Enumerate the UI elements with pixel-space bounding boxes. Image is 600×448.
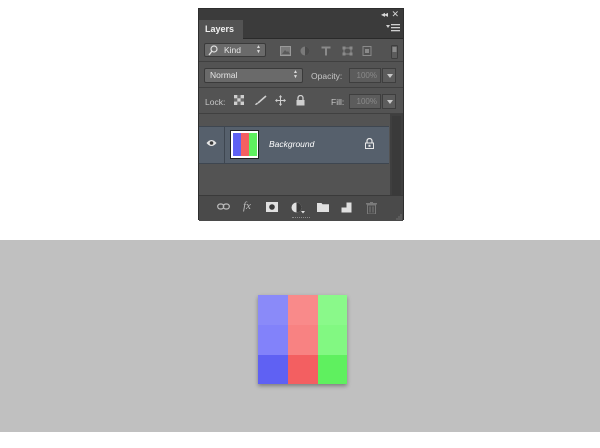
shape-filter-icon[interactable] (342, 46, 353, 56)
layer-name[interactable]: Background (269, 138, 314, 150)
type-filter-icon[interactable] (321, 46, 331, 56)
opacity-label: Opacity: (311, 71, 343, 81)
filter-kind-dropdown[interactable]: Kind ▲ ▼ (204, 43, 266, 57)
chevron-down-icon (387, 100, 393, 104)
opacity-field[interactable]: 100% (349, 68, 381, 83)
layer-thumbnail[interactable] (230, 130, 259, 159)
image-cell (288, 355, 318, 384)
fill-slider-button[interactable] (382, 94, 396, 109)
panel-bottom-bar: fx (199, 195, 403, 221)
fill-label: Fill: (331, 97, 345, 107)
layers-list: Background (199, 114, 389, 205)
lock-position-icon[interactable] (275, 95, 286, 106)
document-image[interactable] (258, 295, 347, 384)
image-cell (258, 295, 288, 325)
resize-grip[interactable] (292, 217, 310, 220)
visibility-toggle[interactable] (199, 127, 225, 163)
filter-row: Kind ▲ ▼ (199, 39, 403, 62)
new-group-icon[interactable] (317, 202, 329, 212)
scrollbar-thumb[interactable] (392, 116, 401, 202)
image-cell (288, 295, 318, 325)
panel-title-bar[interactable]: ◂◂ ✕ (199, 9, 403, 20)
delete-layer-icon[interactable] (366, 202, 377, 214)
image-cell (318, 325, 347, 355)
blend-row: Normal ▲ ▼ Opacity: 100% (199, 62, 403, 88)
lock-label: Lock: (205, 97, 226, 107)
close-panel-icon[interactable]: ✕ (391, 9, 399, 20)
filter-kind-label: Kind (224, 45, 242, 55)
image-cell (288, 325, 318, 355)
blend-mode-dropdown[interactable]: Normal ▲ ▼ (204, 68, 303, 83)
image-cell (258, 355, 288, 384)
thumbnail-blue-stripe (233, 133, 241, 156)
lock-transparent-pixels-icon[interactable] (234, 95, 244, 105)
chevron-down-icon (387, 74, 393, 78)
layers-panel: ◂◂ ✕ Layers Kind ▲ ▼ Normal ▲ ▼ Opacity:… (198, 8, 404, 221)
smart-object-filter-icon[interactable] (362, 46, 372, 56)
adjustment-filter-icon[interactable] (300, 46, 310, 56)
fx-icon[interactable]: fx (243, 200, 251, 212)
lock-row: Lock: Fill: 100% (199, 88, 403, 114)
lock-all-icon[interactable] (296, 95, 305, 106)
thumbnail-green-stripe (249, 133, 257, 156)
canvas-area[interactable] (0, 240, 600, 432)
layer-row-background[interactable]: Background (199, 126, 389, 164)
collapse-panel-icon[interactable]: ◂◂ (381, 9, 388, 20)
search-icon (208, 45, 218, 56)
tab-layers[interactable]: Layers (199, 20, 243, 39)
add-mask-icon[interactable] (266, 202, 278, 212)
new-layer-icon[interactable] (341, 202, 352, 213)
dropdown-arrows-icon: ▲ ▼ (293, 69, 298, 80)
image-cell (318, 295, 347, 325)
image-cell (318, 355, 347, 384)
image-cell (258, 325, 288, 355)
thumbnail-red-stripe (241, 133, 249, 156)
panel-tab-row: Layers (199, 20, 403, 39)
eye-icon (206, 140, 217, 146)
blend-mode-value: Normal (210, 70, 238, 80)
adjustment-layer-icon[interactable] (291, 202, 305, 214)
lock-image-pixels-icon[interactable] (254, 95, 267, 106)
link-layers-icon[interactable] (217, 202, 230, 211)
resize-corner-icon[interactable] (396, 214, 402, 220)
image-filter-icon[interactable] (280, 46, 291, 56)
dropdown-arrows-icon: ▲ ▼ (256, 44, 261, 55)
panel-menu-icon[interactable] (386, 22, 400, 34)
filter-toggle-icon[interactable] (391, 45, 398, 59)
fill-field[interactable]: 100% (349, 94, 381, 109)
opacity-slider-button[interactable] (382, 68, 396, 83)
layer-lock-icon (365, 138, 374, 149)
